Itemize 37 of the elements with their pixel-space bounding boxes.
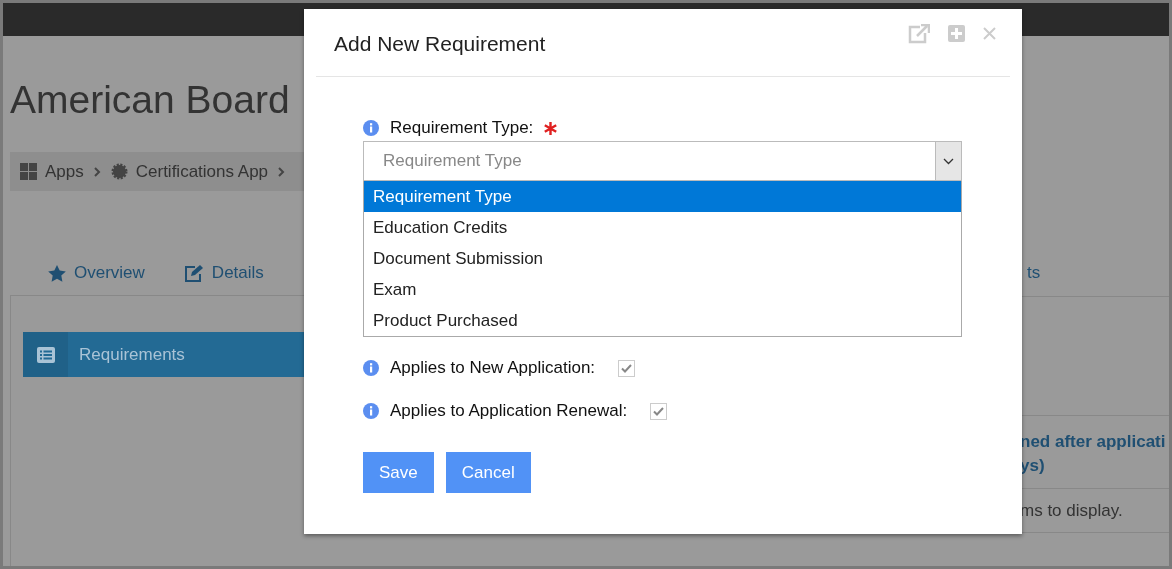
dropdown-option[interactable]: Exam xyxy=(364,274,961,305)
checkbox-label: Applies to New Application: xyxy=(390,358,596,378)
check-icon xyxy=(653,406,665,416)
info-icon xyxy=(363,403,379,419)
dialog-title: Add New Requirement xyxy=(334,31,547,56)
chevron-down-icon xyxy=(943,157,954,165)
field-label: Requirement Type: xyxy=(390,118,534,138)
checkbox[interactable] xyxy=(650,402,668,420)
tab[interactable]: ts xyxy=(1027,263,1041,282)
chevron-icon xyxy=(93,166,101,177)
dropdown-option[interactable]: Education Credits xyxy=(364,212,961,243)
cancel-button[interactable]: Cancel xyxy=(445,452,531,493)
gear-icon xyxy=(110,163,128,180)
maximize-icon[interactable] xyxy=(948,25,965,42)
tab[interactable]: Overview xyxy=(48,263,145,283)
save-button[interactable]: Save xyxy=(363,452,434,493)
edit-icon xyxy=(184,264,204,282)
column-header: ys) xyxy=(1020,455,1045,477)
dropdown-option[interactable]: Requirement Type xyxy=(364,181,961,212)
list-icon xyxy=(36,346,55,363)
dropdown-option[interactable]: Document Submission xyxy=(364,243,961,274)
star-icon xyxy=(48,264,66,282)
checkbox[interactable] xyxy=(618,359,636,377)
chevron-icon xyxy=(278,166,286,177)
sidebar-item[interactable]: Requirements xyxy=(23,332,305,377)
dropdown-option[interactable]: Product Purchased xyxy=(364,305,961,336)
breadcrumb-link[interactable]: Apps xyxy=(45,161,84,182)
breadcrumb-link[interactable]: Certifications App xyxy=(135,161,269,182)
popout-icon[interactable] xyxy=(908,23,930,44)
tab[interactable]: Details xyxy=(184,263,264,283)
info-icon xyxy=(363,120,379,136)
info-icon xyxy=(363,360,379,376)
check-icon xyxy=(621,363,633,373)
page-title: American Board xyxy=(10,78,291,122)
close-icon[interactable] xyxy=(983,27,996,40)
checkbox-label: Applies to Application Renewal: xyxy=(390,401,628,421)
grid-icon xyxy=(20,163,37,180)
